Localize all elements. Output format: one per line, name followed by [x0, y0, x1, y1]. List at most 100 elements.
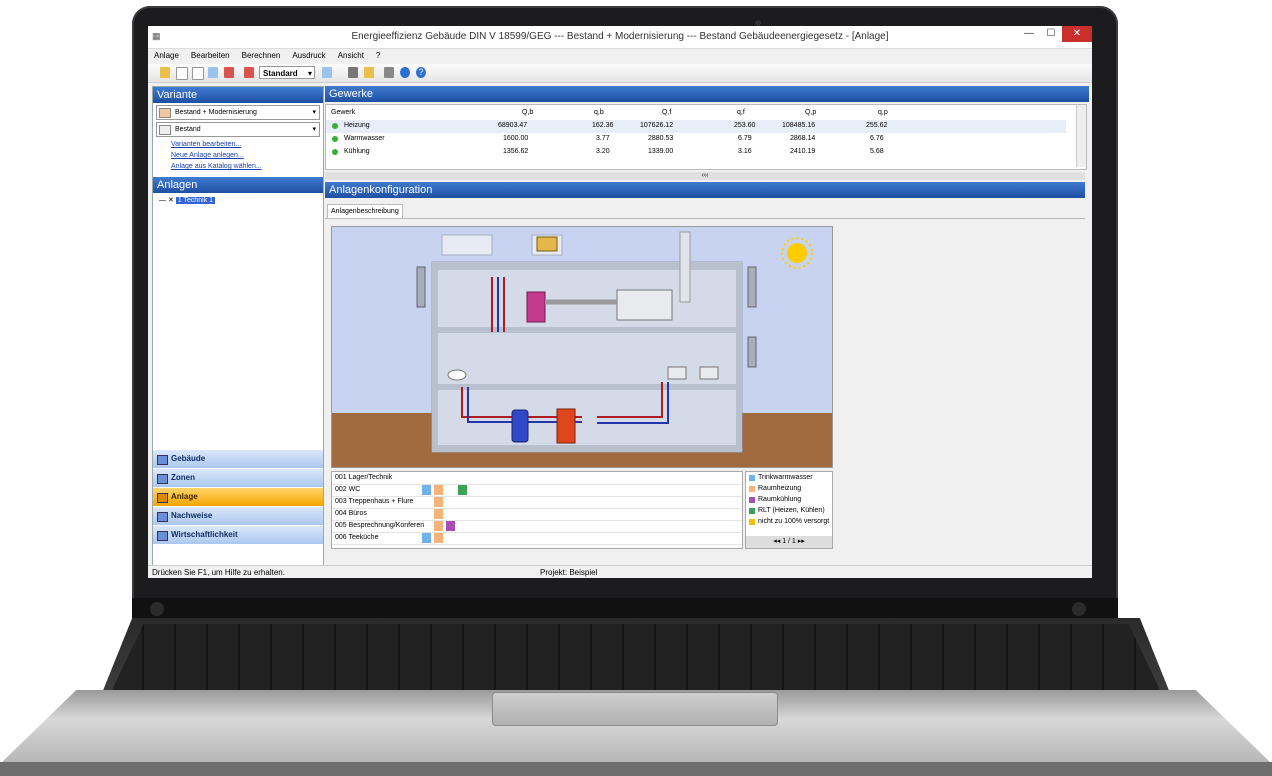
- zone-row[interactable]: 006 Teeküche: [332, 532, 742, 545]
- menu-bar: Anlage Bearbeiten Berechnen Ausdruck Ans…: [148, 49, 1092, 63]
- close-button[interactable]: ✕: [1062, 26, 1092, 42]
- prev-page-button[interactable]: ◂◂: [773, 538, 782, 545]
- nav-wirtschaftlichkeit[interactable]: Wirtschaftlichkeit: [153, 525, 323, 544]
- legend-item: RLT (Heizen, Kühlen): [746, 505, 832, 516]
- new-document-icon[interactable]: [176, 67, 188, 80]
- chevron-down-icon: ▾: [312, 109, 316, 116]
- keyboard: [112, 624, 1160, 690]
- status-hint: Drücken Sie F1, um Hilfe zu erhalten.: [152, 568, 285, 577]
- cell-raumheizung: [434, 497, 443, 507]
- left-panel: Variante Bestand + Modernisierung ▾ Best…: [152, 86, 324, 566]
- variante-icon: [159, 108, 171, 118]
- cell: 1600.00: [503, 135, 529, 142]
- help-icon[interactable]: ?: [416, 67, 426, 78]
- menu-help[interactable]: ?: [370, 49, 386, 63]
- zone-label: 003 Treppenhaus + Flure: [335, 498, 414, 505]
- menu-ansicht[interactable]: Ansicht: [332, 49, 370, 63]
- table-row[interactable]: Kühlung 1356.62 3.20 1339.00 3.16 2410.1…: [326, 146, 1066, 159]
- delete-icon[interactable]: [224, 67, 234, 78]
- maximize-button[interactable]: ☐: [1040, 26, 1062, 42]
- menu-ausdruck[interactable]: Ausdruck: [286, 49, 331, 63]
- calculate-icon[interactable]: [322, 67, 332, 78]
- tree-node-technik[interactable]: 1 Technik 1: [175, 197, 216, 204]
- nav-gebaeude[interactable]: Gebäude: [153, 449, 323, 468]
- cell: 107626.12: [640, 122, 674, 129]
- status-project: Projekt: Beispiel: [540, 568, 598, 577]
- nav-nachweise[interactable]: Nachweise: [153, 506, 323, 525]
- cell: 2868.14: [790, 135, 816, 142]
- anlagen-header: Anlagen: [153, 177, 323, 193]
- cell: 6.76: [870, 135, 884, 142]
- hinge-button-left: [150, 602, 164, 616]
- cell: 1339.00: [648, 148, 674, 155]
- variante-header: Variante: [153, 87, 323, 103]
- laptop-front-edge: [0, 762, 1272, 776]
- cell: 2410.19: [790, 148, 816, 155]
- gewerke-table: Gewerk Q,b q,b Q,f q,f Q,p q,p Heizung 6…: [325, 104, 1087, 170]
- warning-icon: [749, 519, 755, 525]
- col-qp-specific: q,p: [878, 109, 888, 116]
- col-qf: Q,f: [662, 109, 672, 116]
- globe-icon[interactable]: [400, 67, 410, 78]
- link-neue-anlage[interactable]: Neue Anlage anlegen...: [171, 151, 323, 160]
- print-icon[interactable]: [348, 67, 358, 78]
- zone-label: 005 Besprechnung/Konferen: [335, 522, 425, 529]
- legend-swatch: [749, 486, 755, 492]
- menu-bearbeiten[interactable]: Bearbeiten: [185, 49, 236, 63]
- bestand-select[interactable]: Bestand ▾: [156, 122, 320, 137]
- nav-nachweise-label: Nachweise: [171, 511, 213, 520]
- document-icon[interactable]: [192, 67, 204, 80]
- pager: ◂◂ 1 / 1 ▸▸: [746, 536, 832, 548]
- cell-raumheizung: [434, 533, 443, 543]
- report-icon[interactable]: [244, 67, 254, 78]
- legend-swatch: [749, 475, 755, 481]
- status-bar: Drücken Sie F1, um Hilfe zu erhalten. Pr…: [148, 565, 1092, 578]
- tab-anlagenbeschreibung[interactable]: Anlagenbeschreibung: [327, 204, 403, 219]
- cell-trinkwarmwasser: [422, 485, 431, 495]
- bestand-icon: [159, 125, 171, 135]
- table-row[interactable]: Heizung 68903.47 162.36 107626.12 253.60…: [326, 120, 1066, 133]
- col-gewerk: Gewerk: [331, 109, 356, 116]
- hinge-button-right: [1072, 602, 1086, 616]
- variante-select[interactable]: Bestand + Modernisierung ▾: [156, 105, 320, 120]
- legend-item: nicht zu 100% versorgt: [746, 516, 832, 527]
- zone-label: 002 WC: [335, 486, 361, 493]
- zone-matrix: 001 Lager/Technik 002 WC 003 Treppenhaus…: [331, 471, 743, 549]
- row-name: Kühlung: [344, 148, 370, 155]
- laptop-hinge: [132, 598, 1118, 620]
- next-page-button[interactable]: ▸▸: [798, 538, 805, 545]
- table-header-row: Gewerk Q,b q,b Q,f q,f Q,p q,p: [326, 107, 1066, 120]
- cell: 68903.47: [498, 122, 528, 129]
- row-name: Heizung: [344, 122, 370, 129]
- link-anlage-katalog[interactable]: Anlage aus Katalog wählen...: [171, 162, 323, 171]
- title-bar: ▦ Energieeffizienz Gebäude DIN V 18599/G…: [148, 26, 1092, 49]
- konfig-header: Anlagenkonfiguration: [325, 182, 1085, 198]
- table-scrollbar[interactable]: [1076, 105, 1086, 167]
- nav-zonen-label: Zonen: [171, 473, 195, 482]
- cell: 255.62: [866, 122, 888, 129]
- print-preview-icon[interactable]: [364, 67, 374, 78]
- nav-zonen[interactable]: Zonen: [153, 468, 323, 487]
- legend-swatch: [749, 497, 755, 503]
- economics-icon: [157, 531, 168, 541]
- panel-splitter[interactable]: ‹‹‹: [325, 172, 1085, 180]
- search-icon[interactable]: [384, 67, 394, 78]
- tab-divider: [325, 218, 1085, 219]
- nav-anlage[interactable]: Anlage: [153, 487, 323, 506]
- cell-raumkuehlung: [446, 521, 455, 531]
- cell-raumheizung: [434, 509, 443, 519]
- open-folder-icon[interactable]: [160, 67, 170, 78]
- link-varianten-bearbeiten[interactable]: Varianten bearbeiten...: [171, 140, 323, 149]
- menu-berechnen[interactable]: Berechnen: [236, 49, 287, 63]
- col-qb: Q,b: [522, 109, 534, 116]
- menu-anlage[interactable]: Anlage: [148, 49, 185, 63]
- minimize-button[interactable]: —: [1018, 26, 1040, 42]
- table-row[interactable]: Warmwasser 1600.00 3.77 2880.53 6.79 286…: [326, 133, 1066, 146]
- cell: 3.77: [596, 135, 610, 142]
- legend-label: Raumheizung: [758, 485, 802, 492]
- building-icon: [157, 455, 168, 465]
- legend-label: Trinkwarmwasser: [758, 474, 813, 481]
- copy-icon[interactable]: [208, 67, 218, 78]
- status-dot-icon: [332, 123, 338, 129]
- view-combo[interactable]: Standard ▾: [259, 66, 315, 79]
